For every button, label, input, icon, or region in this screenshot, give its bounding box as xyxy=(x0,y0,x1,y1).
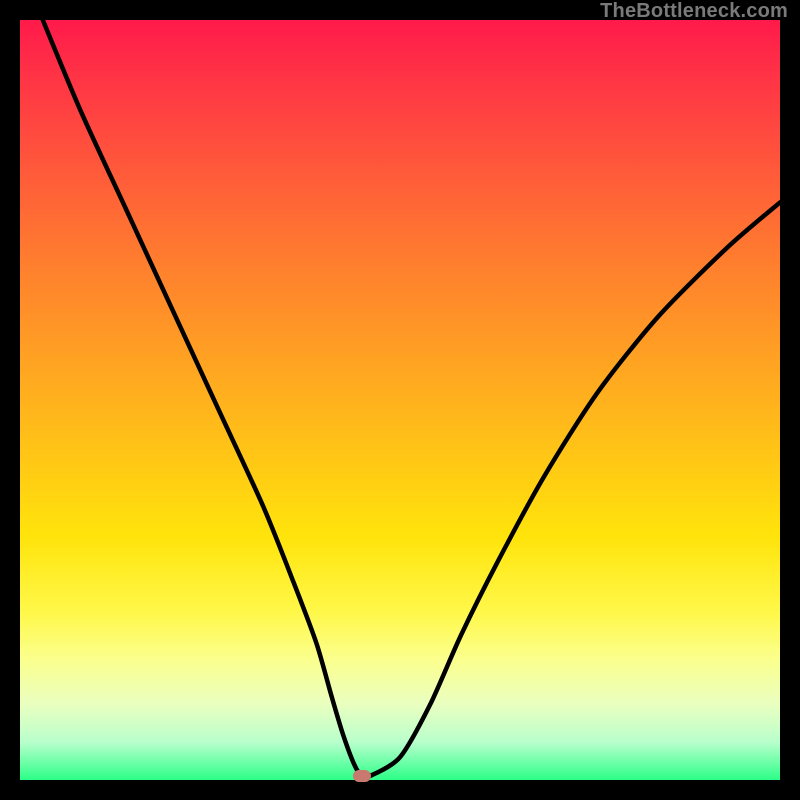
chart-frame: TheBottleneck.com xyxy=(0,0,800,800)
plot-area xyxy=(20,20,780,780)
bottleneck-curve xyxy=(20,20,780,780)
optimal-point-marker xyxy=(353,770,371,782)
watermark-text: TheBottleneck.com xyxy=(600,0,788,23)
